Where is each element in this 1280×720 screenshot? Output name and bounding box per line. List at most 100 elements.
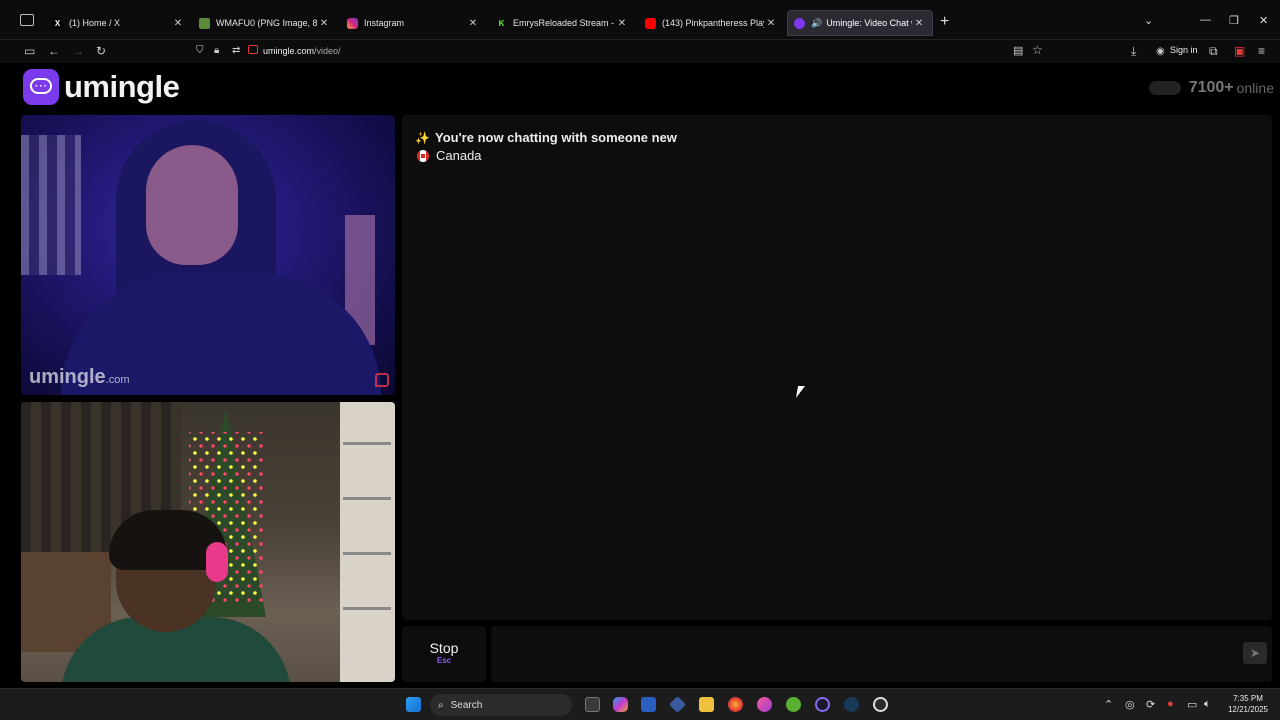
new-tab-button[interactable]: + [940,14,949,30]
search-icon: ⌕ [438,699,444,711]
minimize-button[interactable]: — [1200,14,1211,26]
umingle-page: ··· umingle 7100+ online umingle.com ✨ Y… [15,63,1280,688]
app-icon[interactable] [815,697,830,712]
store-icon[interactable] [641,697,656,712]
app-icon[interactable] [669,696,686,713]
forward-arrow-icon[interactable]: → [72,44,84,58]
close-window-button[interactable]: ✕ [1259,14,1268,27]
clock-time: 7:35 PM [1233,694,1263,703]
lock-icon[interactable]: 🔒︎ [214,44,219,58]
country-message: Canada [415,148,482,163]
umingle-logo[interactable]: ··· umingle [23,69,180,105]
clock-date: 12/21/2025 [1227,705,1268,714]
tab-title: Instagram [364,18,405,28]
file-explorer-icon[interactable] [699,697,714,712]
downloads-icon[interactable]: ⤓ [1131,44,1136,58]
close-tab-icon[interactable]: ✕ [466,18,480,29]
tray-app-icon[interactable]: ◎ [1125,698,1135,711]
permissions-icon[interactable]: ⇄ [232,44,240,58]
extensions-icon[interactable]: ⧉ [1209,44,1218,58]
volume-icon[interactable]: 🔈︎ [1204,698,1211,711]
stop-label: Stop [429,640,459,656]
tab-umingle[interactable]: 🔊 Umingle: Video Chat with S ✕ [787,10,933,36]
online-count: 7100+ [1188,79,1234,96]
tray-sync-icon[interactable]: ⟳ [1146,698,1155,711]
extension-badge-icon[interactable]: ▣ [1234,44,1245,58]
search-placeholder: Search [450,699,483,711]
menu-icon[interactable]: ≡ [1258,44,1265,58]
tracking-shield-icon[interactable]: ⛉ [196,44,204,58]
umingle-watermark: umingle.com [29,366,130,389]
firefox-icon[interactable] [728,697,743,712]
task-view-icon[interactable] [585,697,600,712]
bookmark-star-icon[interactable]: ☆ [1032,43,1043,57]
account-icon: ◉ [1156,46,1165,57]
tab-title: (143) Pinkpantheress Playlist - Y [662,18,764,28]
watermark-domain: .com [105,374,130,386]
browser-nav-bar: ▭ ← → ↻ ⛉ 🔒︎ ⇄ umingle.com/video/ ▤ ☆ ⤓ … [0,40,1280,63]
stop-shortcut: Esc [436,656,452,665]
video-person [146,145,238,265]
theme-toggle[interactable] [1148,81,1181,95]
steam-icon[interactable] [844,697,859,712]
url-domain: umingle.com [263,46,315,56]
close-tab-icon[interactable]: ✕ [912,18,926,29]
stop-button[interactable]: Stop Esc [402,626,486,682]
close-tab-icon[interactable]: ✕ [171,18,185,29]
tab-title: Umingle: Video Chat with S [826,18,912,28]
report-flag-icon[interactable] [375,373,389,387]
image-icon [199,17,210,29]
reader-view-icon[interactable]: ▤ [1013,44,1023,58]
url-path: /video/ [314,46,341,56]
network-icon[interactable]: ▭ [1187,698,1197,711]
browser-tab-bar: X (1) Home / X ✕ WMAFU0 (PNG Image, 873 … [0,0,1280,40]
tab-title: (1) Home / X [69,18,121,28]
itunes-icon[interactable] [757,697,772,712]
system-message: ✨ You're now chatting with someone new [415,130,677,145]
message-input[interactable] [491,626,1272,682]
system-message-text: You're now chatting with someone new [435,130,677,145]
send-button[interactable]: ➤ [1243,642,1267,664]
close-tab-icon[interactable]: ✕ [317,18,331,29]
tab-instagram[interactable]: Instagram ✕ [341,10,486,36]
url-text[interactable]: umingle.com/video/ [263,46,341,56]
close-tab-icon[interactable]: ✕ [764,18,778,29]
sparkles-icon: ✨ [415,130,430,145]
microphone-icon[interactable]: ● [1167,698,1174,710]
address-bar[interactable]: ⛉ 🔒︎ ⇄ umingle.com/video/ ▤ ☆ [190,42,1056,61]
sidebar-toggle-icon[interactable]: ▭ [24,44,35,58]
system-clock[interactable]: 7:35 PM 12/21/2025 [1228,693,1268,715]
chat-bubble-logo-icon: ··· [23,69,59,105]
audio-playing-icon[interactable]: 🔊 [811,18,822,29]
chat-controls: Stop Esc ➤ [402,626,1272,682]
stranger-video: umingle.com [21,115,395,395]
windows-start-icon[interactable] [406,697,421,712]
tray-chevron-icon[interactable]: ⌃ [1104,698,1113,711]
online-indicator: 7100+ online [1148,79,1274,97]
obs-icon[interactable] [873,697,888,712]
chat-log[interactable]: ✨ You're now chatting with someone new C… [402,115,1272,620]
tab-list-icon[interactable] [20,14,34,26]
video-background [340,402,395,682]
tab-youtube-playlist[interactable]: (143) Pinkpantheress Playlist - Y ✕ [639,10,784,36]
youtube-icon [645,17,656,29]
reload-icon[interactable]: ↻ [96,44,106,58]
tab-x-home[interactable]: X (1) Home / X ✕ [46,10,191,36]
kick-icon: K [496,17,507,29]
country-text: Canada [436,148,482,163]
send-arrow-icon: ➤ [1249,646,1261,660]
sign-in-button[interactable]: Sign in [1170,45,1198,55]
camera-in-use-icon[interactable] [248,45,258,54]
back-arrow-icon[interactable]: ← [48,44,60,58]
tab-png-image[interactable]: WMAFU0 (PNG Image, 873 × 1 ✕ [193,10,337,36]
tab-overflow-chevron-icon[interactable]: ⌄ [1144,14,1153,27]
tab-kick-stream[interactable]: K EmrysReloaded Stream - Watch ✕ [490,10,635,36]
close-tab-icon[interactable]: ✕ [615,18,629,29]
tab-title: EmrysReloaded Stream - Watch [513,18,615,28]
taskbar-search[interactable]: ⌕ Search [430,694,572,716]
umingle-icon [794,17,805,29]
video-background [21,135,81,275]
copilot-icon[interactable] [613,697,628,712]
utorrent-icon[interactable] [786,697,801,712]
restore-button[interactable]: ❐ [1229,14,1239,27]
